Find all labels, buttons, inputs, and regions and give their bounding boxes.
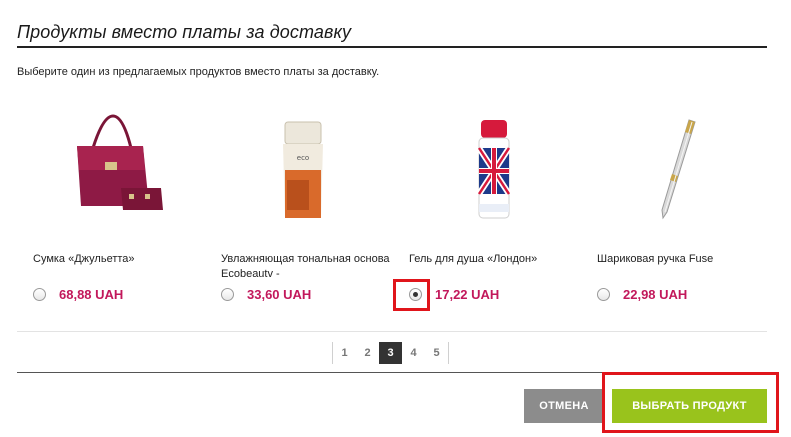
page-3-current[interactable]: 3 [379,342,402,364]
product-price: 33,60 UAH [247,287,312,302]
ballpoint-pen-icon[interactable] [597,108,777,228]
title-divider [17,46,767,48]
product-radio-foundation[interactable] [221,288,234,301]
page-5[interactable]: 5 [425,342,448,364]
product-name: Увлажняющая тональная основа Ecobeautv - [221,253,390,280]
handbag-icon[interactable] [33,108,213,228]
svg-text:eco: eco [297,154,309,162]
product-name: Гель для душа «Лондон» [409,253,538,265]
page-4[interactable]: 4 [402,342,425,364]
product-name: Сумка «Джульетта» [33,253,135,265]
dialog-intro: Выберите один из предлагаемых продуктов … [17,66,380,78]
foundation-tube-icon[interactable]: eco [221,108,401,228]
pagination-separator [448,342,449,364]
product-price: 17,22 UAH [435,287,500,302]
product-price: 68,88 UAH [59,287,124,302]
page-1[interactable]: 1 [333,342,356,364]
dialog-title: Продукты вместо платы за доставку [17,22,352,42]
selected-radio-highlight [393,279,430,311]
products-divider [17,331,767,332]
select-button-highlight [602,372,779,433]
pagination: 1 2 3 4 5 [332,342,449,364]
product-price: 22,98 UAH [623,287,688,302]
page-2[interactable]: 2 [356,342,379,364]
product-radio-handbag[interactable] [33,288,46,301]
cancel-button[interactable]: ОТМЕНА [524,389,604,423]
product-name: Шариковая ручка Fuse [597,253,714,265]
shower-gel-bottle-icon[interactable] [409,108,589,228]
product-radio-pen[interactable] [597,288,610,301]
